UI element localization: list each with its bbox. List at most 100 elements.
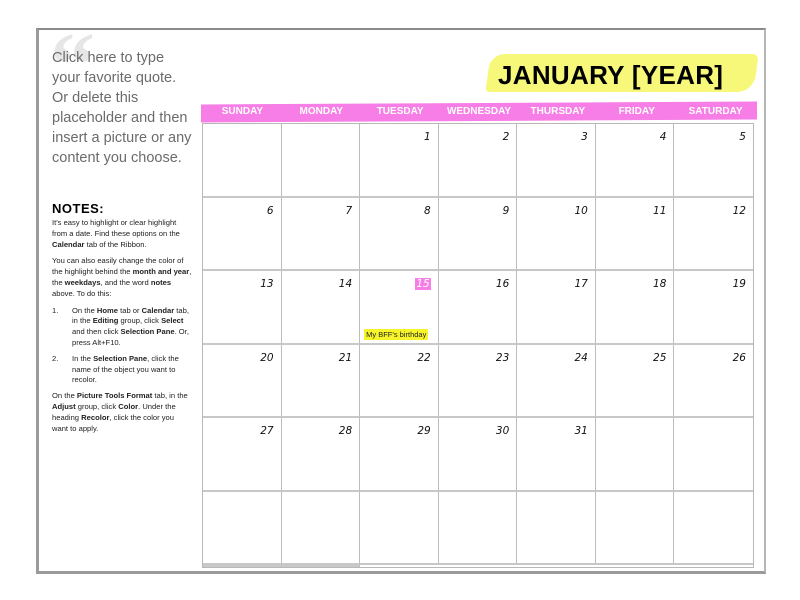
day-cell[interactable] <box>595 491 675 565</box>
day-cell[interactable]: 28 <box>281 418 361 492</box>
day-cell[interactable]: 4 <box>595 124 675 198</box>
day-cell[interactable] <box>517 491 596 565</box>
text: Selection Pane <box>93 353 148 363</box>
day-number: 21 <box>338 351 353 364</box>
day-cell[interactable]: 16 <box>438 271 518 345</box>
text: tab or <box>118 305 142 315</box>
step-number: 1. <box>52 305 59 315</box>
day-cell[interactable] <box>203 124 282 198</box>
text: Editing <box>92 316 119 326</box>
text: Selection Pane <box>120 327 175 337</box>
text: On the <box>52 391 77 401</box>
day-cell[interactable]: 19 <box>674 271 753 345</box>
text: It's easy to highlight or clear highligh… <box>52 218 180 238</box>
day-cell[interactable]: 25 <box>595 344 675 418</box>
day-number: 27 <box>260 425 274 437</box>
day-cell[interactable]: 29 <box>360 418 439 492</box>
day-cell[interactable]: 8 <box>360 197 439 271</box>
weekday-header: SUNDAY MONDAY TUESDAY WEDNESDAY THURSDAY… <box>203 103 755 121</box>
day-number: 13 <box>260 278 274 290</box>
day-number: 3 <box>581 131 588 143</box>
day-number: 26 <box>732 351 746 364</box>
day-cell[interactable]: 18 <box>595 271 675 345</box>
day-cell[interactable]: 6 <box>203 197 282 271</box>
notes-step: 2. In the Selection Pane, click the name … <box>52 354 192 386</box>
day-cell[interactable]: 10 <box>517 197 596 271</box>
day-cell[interactable]: 13 <box>203 271 282 345</box>
day-cell[interactable] <box>674 492 753 565</box>
day-cell[interactable] <box>360 491 439 565</box>
day-number: 31 <box>574 425 588 437</box>
day-cell[interactable]: 21 <box>281 344 361 418</box>
notes-title: NOTES: <box>52 201 105 216</box>
text: Picture Tools Format <box>76 391 153 401</box>
day-cell[interactable] <box>203 565 282 567</box>
day-number: 1 <box>424 131 431 143</box>
day-cell[interactable]: 3 <box>517 124 596 198</box>
month-year-title[interactable]: JANUARY [YEAR] <box>498 60 723 91</box>
text: , and the word <box>100 277 151 287</box>
day-number: 16 <box>495 278 510 290</box>
day-cell[interactable] <box>281 124 361 198</box>
calendar-grid: 1 2 3 4 5 6 7 8 9 10 11 12 13 14 15 My BFF's birthday 16… <box>202 123 754 568</box>
step-number: 2. <box>52 353 59 363</box>
day-cell[interactable]: 9 <box>438 197 518 271</box>
day-cell[interactable]: 23 <box>438 344 518 418</box>
event-label[interactable]: My BFF's birthday <box>364 328 429 340</box>
day-cell[interactable]: 22 <box>360 344 439 418</box>
weekday-thursday: THURSDAY <box>530 106 586 117</box>
day-number: 6 <box>266 204 274 217</box>
text: Adjust <box>52 401 76 411</box>
day-number: 15 <box>415 278 431 290</box>
day-cell[interactable] <box>595 418 675 492</box>
text: tab, in the <box>152 391 188 401</box>
notes-paragraph: On the Picture Tools Format tab, in the … <box>52 391 192 434</box>
day-number: 2 <box>502 131 510 143</box>
day-cell[interactable]: 12 <box>674 198 753 271</box>
day-cell[interactable] <box>438 491 518 565</box>
day-cell[interactable]: 31 <box>517 418 596 492</box>
day-cell[interactable]: 11 <box>595 197 675 271</box>
day-cell[interactable]: 27 <box>203 418 282 492</box>
day-number: 20 <box>260 351 274 364</box>
day-number: 5 <box>739 131 746 143</box>
day-number: 29 <box>417 425 431 437</box>
day-cell[interactable] <box>281 565 361 567</box>
day-number: 28 <box>338 425 353 437</box>
text: tab of the Ribbon. <box>84 239 147 249</box>
day-cell[interactable]: 14 <box>281 271 361 345</box>
day-cell[interactable] <box>674 418 753 492</box>
day-cell[interactable]: 5 <box>674 124 753 198</box>
day-number: 4 <box>659 131 667 143</box>
weekday-sunday: SUNDAY <box>221 106 264 117</box>
day-cell[interactable]: 1 <box>360 124 439 198</box>
day-cell[interactable]: 15 My BFF's birthday <box>360 271 439 345</box>
text: above. To do this: <box>52 288 112 298</box>
text: notes <box>150 277 172 287</box>
day-cell[interactable]: 7 <box>281 197 361 271</box>
day-number: 25 <box>653 351 667 364</box>
day-number: 19 <box>732 278 746 290</box>
day-cell[interactable]: 24 <box>517 344 596 418</box>
day-cell[interactable] <box>203 491 282 565</box>
day-cell[interactable]: 17 <box>517 271 596 345</box>
text: Color <box>118 401 139 411</box>
notes-step: 1. On the Home tab or Calendar tab, in th… <box>52 306 192 349</box>
weekday-tuesday: TUESDAY <box>376 106 424 117</box>
day-cell[interactable]: 30 <box>438 418 518 492</box>
day-number: 12 <box>732 204 746 217</box>
day-cell[interactable]: 26 <box>674 345 753 418</box>
notes-paragraph: You can also easily change the color of … <box>52 256 192 299</box>
weekday-monday: MONDAY <box>299 106 344 117</box>
day-number: 22 <box>417 351 431 364</box>
day-number: 8 <box>424 204 431 217</box>
day-number: 11 <box>653 204 667 217</box>
day-cell[interactable]: 20 <box>203 344 282 418</box>
day-cell[interactable] <box>281 491 361 565</box>
text: In the <box>72 353 94 363</box>
quote-placeholder[interactable]: Click here to type your favorite quote. … <box>52 48 192 168</box>
text: weekdays <box>64 277 101 287</box>
text: Calendar <box>52 239 85 249</box>
weekday-friday: FRIDAY <box>618 106 655 117</box>
day-cell[interactable]: 2 <box>438 124 518 198</box>
